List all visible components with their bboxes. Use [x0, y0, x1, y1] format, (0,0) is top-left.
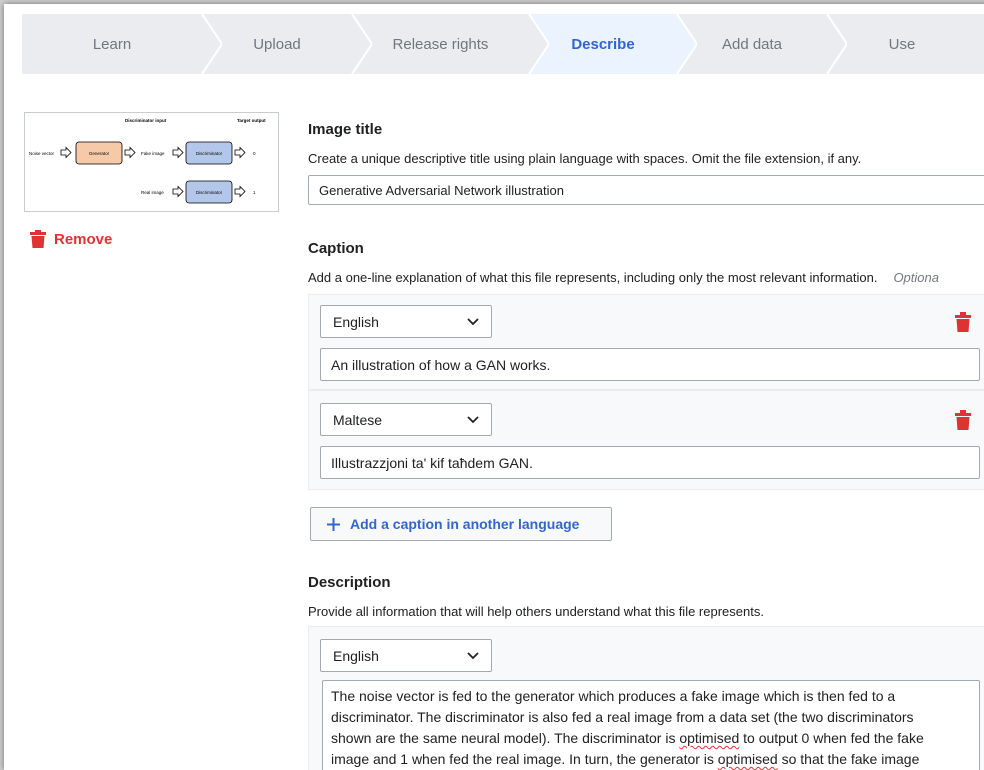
diagram-label: Real image	[141, 190, 164, 195]
remove-label: Remove	[54, 230, 113, 248]
step-label: Add data	[721, 35, 783, 53]
chevron-down-icon	[467, 415, 479, 423]
caption-text-input[interactable]: Illustrazzjoni ta' kif taħdem GAN.	[320, 446, 980, 479]
spellcheck-word: optimised	[679, 730, 740, 746]
caption-language-select[interactable]: Maltese	[320, 403, 492, 436]
description-line: The noise vector is fed to the generator…	[331, 688, 896, 704]
caption-label: Caption	[308, 240, 364, 257]
step-add-data: Add data	[677, 14, 847, 74]
description-line: image and 1 when fed the real image. In …	[331, 749, 971, 770]
description-help: Provide all information that will help o…	[308, 604, 764, 619]
caption-text: An illustration of how a GAN works.	[331, 356, 551, 373]
diagram-label: Discriminator	[196, 190, 223, 195]
step-release-rights: Release rights	[352, 14, 549, 74]
text-run: shown are the same neural model). The di…	[331, 730, 680, 746]
plus-icon	[327, 517, 340, 531]
remove-file-button[interactable]: Remove	[30, 230, 112, 248]
diagram-label: 0	[253, 151, 256, 156]
diagram-label: 1	[253, 190, 256, 195]
image-title-value: Generative Adversarial Network illustrat…	[319, 182, 564, 198]
step-separator-icon	[675, 14, 697, 74]
description-line: shown are the same neural model). The di…	[331, 728, 971, 749]
language-value: English	[333, 647, 379, 664]
arrow-icon	[124, 146, 136, 159]
chevron-down-icon	[467, 651, 479, 659]
language-value: English	[333, 313, 379, 330]
step-upload: Upload	[202, 14, 372, 74]
caption-help-text: Add a one-line explanation of what this …	[308, 270, 878, 285]
step-separator-icon	[200, 14, 222, 74]
step-label: Release rights	[392, 35, 489, 53]
text-run: to output 0 when fed the fake	[739, 730, 924, 746]
description-label: Description	[308, 574, 391, 591]
description-language-select[interactable]: English	[320, 639, 492, 672]
description-textarea[interactable]: The noise vector is fed to the generator…	[322, 680, 980, 770]
diagram-label: Target output	[237, 118, 266, 123]
caption-text-input[interactable]: An illustration of how a GAN works.	[320, 348, 980, 381]
text-run: image and 1 when fed the real image. In …	[331, 751, 718, 767]
arrow-icon	[172, 185, 184, 198]
step-separator-icon	[350, 14, 372, 74]
upload-wizard-window: Learn Upload Release rights Describe Add…	[4, 4, 984, 770]
optional-label: Optiona	[893, 270, 939, 285]
image-title-help: Create a unique descriptive title using …	[308, 151, 862, 166]
diagram-label: Generator	[89, 151, 110, 156]
step-label: Upload	[253, 35, 301, 53]
arrow-icon	[234, 185, 246, 198]
step-describe: Describe	[529, 14, 697, 74]
language-value: Maltese	[333, 411, 383, 428]
description-line: discriminator. The discriminator is also…	[331, 709, 914, 725]
image-title-label: Image title	[308, 121, 383, 138]
add-caption-label: Add a caption in another language	[350, 516, 580, 532]
text-run: so that the fake image	[777, 751, 920, 767]
file-thumbnail: Discriminator input Target output Noise …	[24, 112, 279, 212]
arrow-icon	[172, 146, 184, 159]
step-label: Describe	[571, 35, 635, 53]
chevron-down-icon	[467, 317, 479, 325]
step-separator-icon	[825, 14, 847, 74]
step-label: Use	[888, 35, 916, 53]
add-caption-button[interactable]: Add a caption in another language	[310, 507, 612, 541]
caption-entry: English An illustration of how a GAN wor…	[308, 294, 984, 390]
step-learn: Learn	[22, 14, 222, 74]
caption-help: Add a one-line explanation of what this …	[308, 270, 939, 285]
caption-text: Illustrazzjoni ta' kif taħdem GAN.	[331, 454, 533, 471]
step-separator-icon	[527, 14, 549, 74]
diagram-label: Noise vector	[29, 151, 55, 156]
step-use: Use	[827, 14, 977, 74]
diagram-label: Discriminator input	[125, 118, 167, 123]
arrow-icon	[234, 146, 246, 159]
trash-icon	[30, 230, 46, 248]
delete-caption-icon[interactable]	[955, 312, 971, 332]
caption-entry: Maltese Illustrazzjoni ta' kif taħdem GA…	[308, 390, 984, 490]
diagram-label: Discriminator	[196, 151, 223, 156]
wizard-steps: Learn Upload Release rights Describe Add…	[22, 14, 984, 74]
spellcheck-word: optimised	[717, 751, 778, 767]
diagram-label: Fake image	[141, 151, 165, 156]
step-label: Learn	[92, 35, 132, 53]
arrow-icon	[60, 146, 72, 159]
gan-diagram: Discriminator input Target output Noise …	[29, 118, 266, 204]
caption-language-select[interactable]: English	[320, 305, 492, 338]
image-title-input[interactable]: Generative Adversarial Network illustrat…	[308, 175, 984, 205]
delete-caption-icon[interactable]	[955, 410, 971, 430]
